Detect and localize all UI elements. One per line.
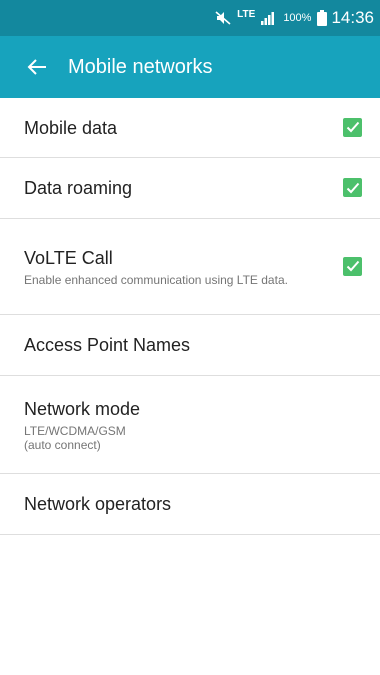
setting-volte-call[interactable]: VoLTE Call Enable enhanced communication… — [0, 219, 380, 315]
lte-icon: LTE — [237, 9, 256, 20]
mobile-data-checkbox[interactable] — [343, 117, 362, 137]
setting-label: Network operators — [24, 494, 172, 514]
battery-percent: 100% — [283, 12, 312, 24]
setting-label: Mobile data — [24, 117, 118, 138]
setting-label: Network mode — [24, 398, 141, 419]
setting-summary: Enable enhanced communication using LTE … — [24, 272, 288, 287]
mobile-networks-screen: LTE 100% 14:36 Mobile networks Mobile da… — [0, 0, 380, 675]
setting-mobile-data[interactable]: Mobile data — [0, 98, 380, 158]
volte-checkbox[interactable] — [343, 256, 362, 276]
check-icon — [346, 121, 359, 133]
setting-label: Access Point Names — [24, 335, 191, 355]
setting-network-operators[interactable]: Network operators — [0, 474, 380, 535]
setting-access-point-names[interactable]: Access Point Names — [0, 315, 380, 376]
status-bar: LTE 100% 14:36 — [0, 0, 380, 36]
setting-label: Data roaming — [24, 178, 133, 198]
clock: 14:36 — [331, 8, 374, 27]
app-bar: Mobile networks — [0, 36, 380, 98]
setting-data-roaming[interactable]: Data roaming — [0, 158, 380, 219]
network-mode-connect: (auto connect) — [24, 437, 101, 452]
signal-icon — [261, 11, 275, 25]
arrow-left-icon — [27, 59, 46, 75]
data-roaming-checkbox[interactable] — [343, 178, 362, 197]
check-icon — [346, 182, 359, 193]
page-title: Mobile networks — [68, 55, 213, 78]
network-mode-value: LTE/WCDMA/GSM — [24, 423, 126, 438]
back-button[interactable] — [12, 36, 62, 98]
settings-list: Mobile data Data roaming VoLTE Call Enab… — [0, 98, 380, 535]
check-icon — [346, 260, 359, 272]
setting-label: VoLTE Call — [24, 247, 113, 268]
mute-icon — [215, 11, 231, 25]
setting-network-mode[interactable]: Network mode LTE/WCDMA/GSM (auto connect… — [0, 376, 380, 474]
battery-icon — [317, 10, 328, 26]
